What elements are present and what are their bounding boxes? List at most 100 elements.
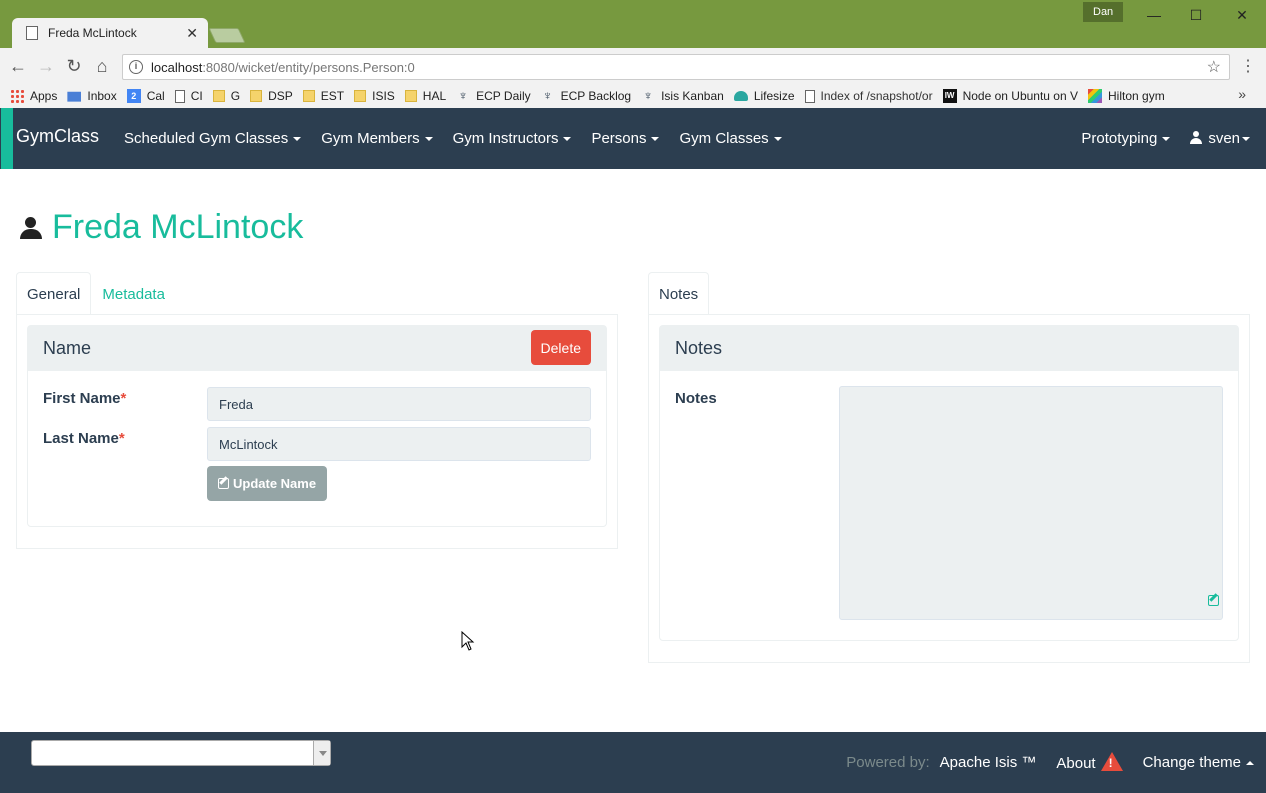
bookmark-apps[interactable]: Apps [10,89,57,103]
navbar-accent [1,108,13,169]
tab-metadata[interactable]: Metadata [91,272,176,315]
caret-down-icon [424,137,433,142]
bookmark-isis[interactable]: ISIS [354,89,395,103]
info-icon[interactable]: i [129,60,143,74]
tab-general[interactable]: General [16,272,92,315]
change-theme-link[interactable]: Change theme [1143,754,1254,771]
apps-grid-icon [10,89,24,103]
bookmark-index-snapshot[interactable]: Index of /snapshot/or [804,89,933,103]
close-window-icon[interactable]: ✕ [1228,4,1256,26]
mouse-cursor-icon [461,631,475,651]
bookmark-g[interactable]: G [212,89,240,103]
bookmark-hilton-gym[interactable]: Hilton gym [1088,89,1165,103]
footer: Powered by: Apache Isis ™ About Change t… [0,732,1266,793]
caret-down-icon [1162,137,1171,142]
mail-icon [67,91,82,102]
iw-icon: IW [942,89,957,103]
reload-icon[interactable]: ↻ [64,56,84,76]
maximize-icon[interactable]: ☐ [1182,4,1210,26]
user-icon [1190,131,1203,144]
notes-edit-icon[interactable] [1208,595,1219,606]
right-tabs: Notes [648,272,710,315]
warning-icon [1100,752,1123,771]
bookmark-dsp[interactable]: DSP [250,89,293,103]
menu-user[interactable]: sven [1180,130,1250,147]
notes-panel-heading: Notes [660,326,1238,371]
bookmark-hal[interactable]: HAL [404,89,446,103]
person-icon: ♆ [542,88,553,103]
bookmark-inbox[interactable]: Inbox [67,89,117,103]
apache-isis-link[interactable]: Apache Isis ™ [940,754,1037,771]
brand-link[interactable]: GymClass [16,126,99,147]
caret-down-icon [293,137,302,142]
notes-panel-title: Notes [675,338,723,358]
name-panel-title: Name [43,338,92,358]
bookmark-ecp-backlog[interactable]: ♆ ECP Backlog [541,88,631,104]
close-tab-icon[interactable]: ✕ [186,25,198,42]
menu-persons[interactable]: Persons [581,130,669,147]
last-name-label: Last Name* [43,430,125,447]
left-tabs: General Metadata [16,272,176,315]
update-name-button[interactable]: Update Name [207,466,328,501]
about-link[interactable]: About [1056,752,1123,772]
home-icon[interactable]: ⌂ [92,56,112,76]
page-icon [804,89,815,103]
browser-profile[interactable]: Dan [1083,2,1124,22]
forward-icon[interactable]: → [36,56,56,76]
tab-notes[interactable]: Notes [648,272,710,315]
menu-gym-classes[interactable]: Gym Classes [669,130,791,147]
folder-icon [212,90,225,102]
minimize-icon[interactable]: — [1140,4,1168,26]
bookmarks-bar: Apps Inbox 2 Cal CI G DSP EST ISIS HAL ♆ E… [0,84,1266,108]
bookmark-node-ubuntu[interactable]: IW Node on Ubuntu on V [942,89,1078,103]
folder-icon [302,90,315,102]
menu-gym-instructors[interactable]: Gym Instructors [443,130,582,147]
browser-titlebar: Freda McLintock ✕ Dan — ☐ ✕ [0,0,1266,48]
bookmark-isis-kanban[interactable]: ♆ Isis Kanban [641,88,724,104]
page-title: Freda McLintock [20,208,303,247]
theme-select[interactable] [31,740,331,766]
bookmark-ci[interactable]: CI [174,89,203,103]
menu-prototyping[interactable]: Prototyping [1071,130,1180,147]
bookmark-cal[interactable]: 2 Cal [126,89,165,103]
page-icon [174,89,185,103]
page-icon [26,26,38,40]
name-panel-heading: Name Delete [28,326,606,371]
menu-gym-members[interactable]: Gym Members [311,130,442,147]
cloud-icon [733,91,748,101]
url-path: :8080/wicket/entity/persons.Person:0 [202,59,415,75]
first-name-label: First Name* [43,390,127,407]
browser-tab-title: Freda McLintock [48,26,137,40]
caret-down-icon [773,137,782,142]
menu-scheduled-gym-classes[interactable]: Scheduled Gym Classes [114,130,311,147]
person-icon [20,216,42,240]
caret-down-icon [563,137,572,142]
bookmark-lifesize[interactable]: Lifesize [733,89,795,103]
caret-up-icon [1246,760,1254,765]
caret-down-icon [651,137,660,142]
bookmarks-overflow-icon[interactable]: » [1238,86,1246,102]
new-tab-button[interactable] [208,28,246,43]
first-name-field[interactable]: Freda [207,387,591,421]
address-bar[interactable]: i localhost:8080/wicket/entity/persons.P… [122,54,1230,80]
last-name-field[interactable]: McLintock [207,427,591,461]
notes-textarea[interactable] [839,386,1223,620]
notes-label: Notes [675,390,717,407]
bookmark-est[interactable]: EST [302,89,344,103]
folder-icon [404,90,417,102]
folder-icon [354,90,367,102]
back-icon[interactable]: ← [8,56,28,76]
chevron-down-icon[interactable] [313,741,330,765]
stripe-icon [1088,89,1102,103]
browser-menu-icon[interactable]: ⋮ [1240,56,1256,76]
delete-button[interactable]: Delete [530,330,591,365]
bookmark-ecp-daily[interactable]: ♆ ECP Daily [456,89,530,104]
folder-icon [250,90,263,102]
app-navbar: GymClass Scheduled Gym Classes Gym Membe… [0,108,1266,169]
required-marker: * [120,390,127,407]
caret-down-icon [1242,137,1250,142]
person-icon: ♆ [643,88,653,103]
browser-tab[interactable]: Freda McLintock ✕ [12,18,208,48]
bookmark-star-icon[interactable]: ☆ [1207,57,1221,77]
powered-by-label: Powered by: [846,753,930,771]
